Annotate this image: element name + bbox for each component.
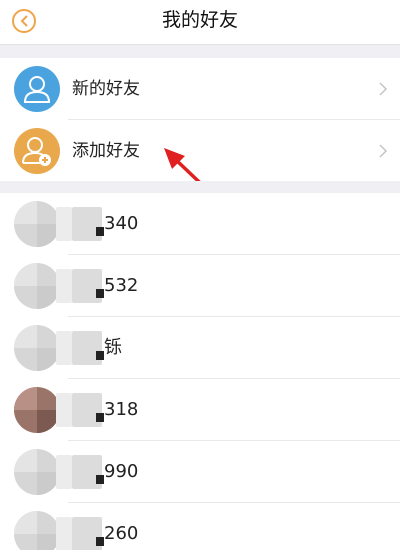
add-person-icon	[14, 128, 60, 174]
pixelated-name	[56, 331, 72, 365]
chevron-right-icon	[379, 144, 388, 158]
person-icon	[14, 66, 60, 112]
friend-name: 260	[104, 523, 139, 544]
section-gap	[0, 181, 400, 193]
friend-row[interactable]: 532	[0, 255, 400, 317]
section-gap	[0, 44, 400, 58]
pixelated-name	[56, 455, 72, 489]
pixelated-name	[96, 351, 104, 360]
pixelated-name	[96, 537, 104, 546]
friend-name: 340	[104, 213, 139, 234]
pixelated-name	[56, 269, 72, 303]
pixelated-name	[56, 393, 72, 427]
friend-name: 532	[104, 275, 139, 296]
pixelated-name	[96, 227, 104, 236]
friend-row[interactable]: 318	[0, 379, 400, 441]
pixelated-name	[96, 475, 104, 484]
avatar	[14, 511, 60, 550]
avatar	[14, 387, 60, 433]
pixelated-name	[56, 517, 72, 550]
pixelated-name	[96, 289, 104, 298]
pixelated-name	[96, 413, 104, 422]
new-friends-item[interactable]: 新的好友	[0, 58, 400, 120]
avatar	[14, 325, 60, 371]
pixelated-name	[56, 207, 72, 241]
page-title: 我的好友	[161, 9, 238, 31]
avatar	[14, 263, 60, 309]
nav-bar: 我的好友	[0, 0, 400, 44]
avatar	[14, 201, 60, 247]
chevron-right-icon	[379, 82, 388, 96]
add-friend-label: 添加好友	[72, 141, 140, 161]
friend-row[interactable]: 340	[0, 193, 400, 255]
friend-name: 990	[104, 461, 139, 482]
avatar	[14, 449, 60, 495]
friend-row[interactable]: 990	[0, 441, 400, 503]
friend-name: 318	[104, 399, 139, 420]
friend-row[interactable]: 260	[0, 503, 400, 550]
new-friends-label: 新的好友	[72, 79, 140, 99]
friend-row[interactable]: 铄	[0, 317, 400, 379]
friend-name: 铄	[104, 337, 122, 358]
